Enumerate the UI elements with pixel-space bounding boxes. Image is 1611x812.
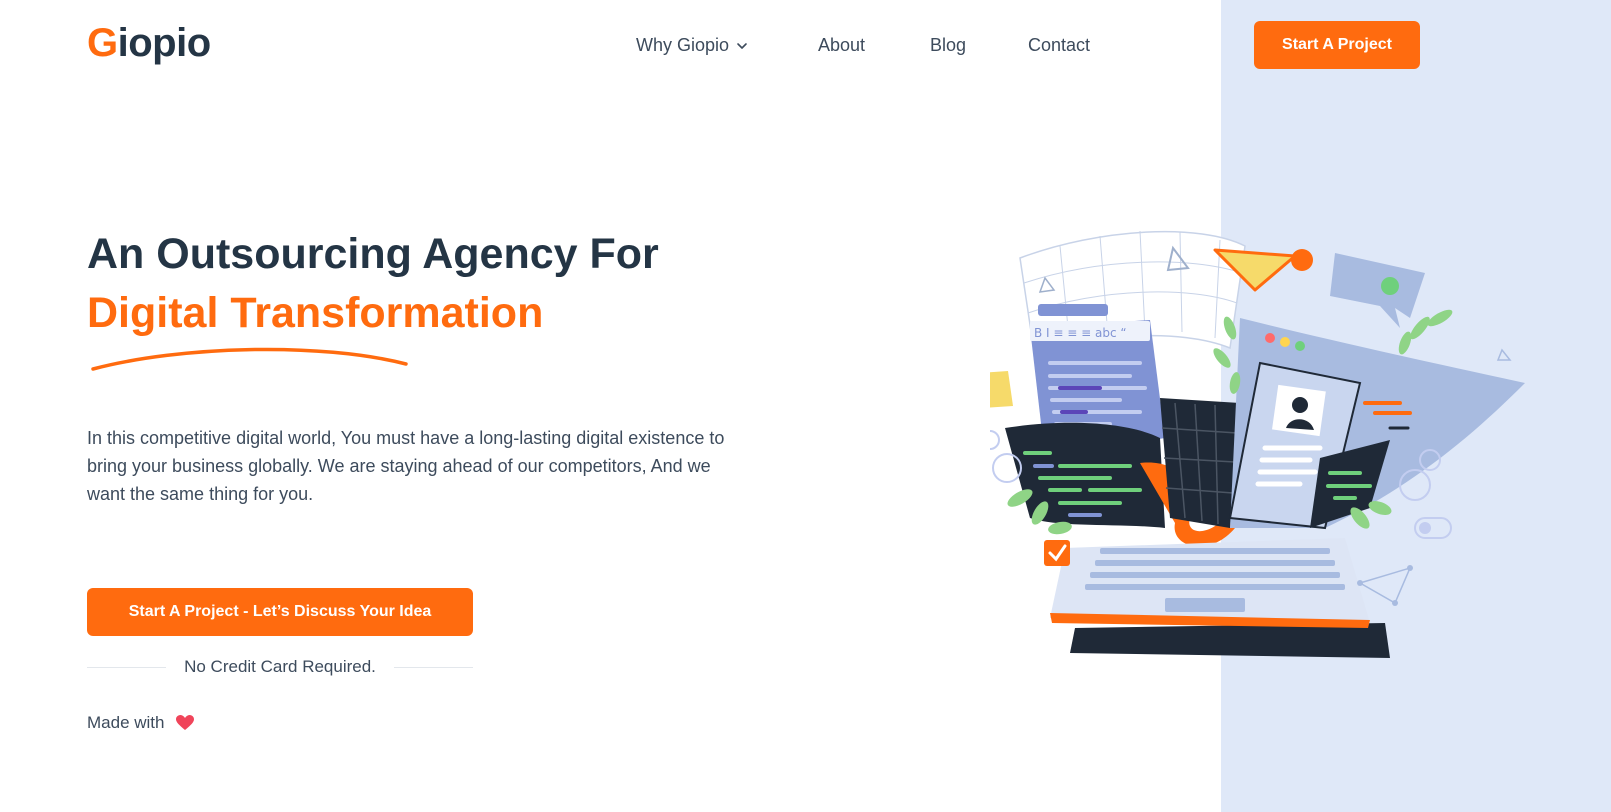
hero-description: In this competitive digital world, You m… xyxy=(87,428,725,504)
heart-icon xyxy=(176,715,195,730)
hero-illustration: B I ≡ ≡ ≡ abc “ xyxy=(990,230,1525,658)
nav-item-why-giopio[interactable]: Why Giopio xyxy=(636,30,749,60)
start-project-discuss-button[interactable]: Start A Project - Let’s Discuss Your Ide… xyxy=(87,588,473,636)
nav-label: Why Giopio xyxy=(636,35,730,55)
chat-bubble xyxy=(1330,253,1425,328)
nav-item-about[interactable]: About xyxy=(818,30,865,60)
nav-item-blog[interactable]: Blog xyxy=(930,30,966,60)
made-with: Made with xyxy=(87,713,195,733)
dark-grid-panel xyxy=(1160,398,1240,528)
logo-letter: G xyxy=(87,21,118,65)
logo-text: iopio xyxy=(117,21,212,65)
nav-item-contact[interactable]: Contact xyxy=(1028,30,1090,60)
start-project-header-button[interactable]: Start A Project xyxy=(1254,21,1420,69)
code-card xyxy=(1005,422,1165,528)
no-credit-card-note: No Credit Card Required. xyxy=(87,656,473,678)
hero-title-line1: An Outsourcing Agency For xyxy=(87,230,659,278)
logo[interactable]: Giopio xyxy=(87,18,211,68)
sticky-note xyxy=(990,371,1013,408)
divider-right xyxy=(393,666,473,668)
laptop xyxy=(1050,538,1390,658)
check-icon xyxy=(1044,540,1070,566)
svg-text:B I ≡ ≡ ≡ abc “: B I ≡ ≡ ≡ abc “ xyxy=(1034,326,1127,340)
made-with-text: Made with xyxy=(87,713,165,732)
underline-swoosh xyxy=(91,347,408,371)
divider-left xyxy=(87,666,167,668)
no-credit-card-text: No Credit Card Required. xyxy=(184,657,376,676)
hero-title-line2: Digital Transformation xyxy=(87,289,544,337)
profile-card xyxy=(1228,318,1525,530)
chevron-down-icon xyxy=(737,43,747,49)
